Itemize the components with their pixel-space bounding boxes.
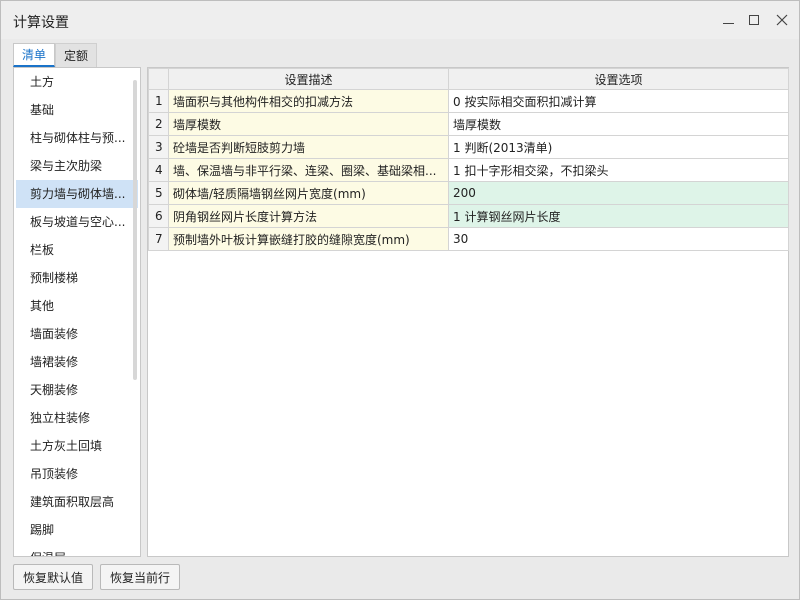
sidebar-item[interactable]: 保温层 [16,544,138,556]
row-number: 6 [148,204,169,228]
sidebar-item[interactable]: 独立柱装修 [16,404,138,432]
sidebar-item[interactable]: 板与坡道与空心... [16,208,138,236]
table-header-row: 设置描述 设置选项 [148,68,789,90]
row-option[interactable]: 0 按实际相交面积扣减计算 [448,89,789,113]
row-option[interactable]: 1 扣十字形相交梁，不扣梁头 [448,158,789,182]
close-button[interactable] [773,11,791,29]
table-row[interactable]: 2 墙厚模数 墙厚模数 [148,112,789,136]
sidebar-item[interactable]: 梁与主次肋梁 [16,152,138,180]
row-description: 预制墙外叶板计算嵌缝打胶的缝隙宽度(mm) [168,227,449,251]
tab-bill[interactable]: 清单 [13,43,56,67]
sidebar-item[interactable]: 栏板 [16,236,138,264]
sidebar-scrollbar[interactable] [133,80,137,380]
row-number: 3 [148,135,169,159]
close-icon [776,14,788,26]
row-number: 4 [148,158,169,182]
table-row[interactable]: 5 砌体墙/轻质隔墙钢丝网片宽度(mm) 200 [148,181,789,205]
row-number: 1 [148,89,169,113]
row-number: 2 [148,112,169,136]
restore-current-row-button[interactable]: 恢复当前行 [100,564,180,590]
maximize-icon [749,15,759,25]
row-number: 5 [148,181,169,205]
row-description: 墙、保温墙与非平行梁、连梁、圈梁、基础梁相... [168,158,449,182]
table-row[interactable]: 6 阴角钢丝网片长度计算方法 1 计算钢丝网片长度 [148,204,789,228]
sidebar-item[interactable]: 其他 [16,292,138,320]
header-rownum [148,68,169,90]
window-title: 计算设置 [13,15,69,31]
sidebar-item[interactable]: 建筑面积取层高 [16,488,138,516]
restore-default-button[interactable]: 恢复默认值 [13,564,93,590]
sidebar-item[interactable]: 踢脚 [16,516,138,544]
table-row[interactable]: 1 墙面积与其他构件相交的扣减方法 0 按实际相交面积扣减计算 [148,89,789,113]
minimize-button[interactable] [719,11,737,29]
row-option[interactable]: 墙厚模数 [448,112,789,136]
sidebar-item[interactable]: 墙面装修 [16,320,138,348]
sidebar-item[interactable]: 基础 [16,96,138,124]
tab-bar: 清单 定额 [13,43,98,67]
category-list[interactable]: 土方 基础 柱与砌体柱与预... 梁与主次肋梁 剪力墙与砌体墙... 板与坡道与… [13,67,141,557]
row-description: 砼墙是否判断短肢剪力墙 [168,135,449,159]
settings-table: 设置描述 设置选项 1 墙面积与其他构件相交的扣减方法 0 按实际相交面积扣减计… [148,68,789,251]
sidebar-item[interactable]: 土方灰土回填 [16,432,138,460]
row-option[interactable]: 200 [448,181,789,205]
row-description: 砌体墙/轻质隔墙钢丝网片宽度(mm) [168,181,449,205]
settings-grid: 设置描述 设置选项 1 墙面积与其他构件相交的扣减方法 0 按实际相交面积扣减计… [147,67,789,557]
row-description: 墙面积与其他构件相交的扣减方法 [168,89,449,113]
row-option[interactable]: 1 判断(2013清单) [448,135,789,159]
header-desc: 设置描述 [168,68,449,90]
row-option[interactable]: 30 [448,227,789,251]
row-description: 墙厚模数 [168,112,449,136]
maximize-button[interactable] [745,11,763,29]
header-option: 设置选项 [448,68,789,90]
sidebar-item[interactable]: 天棚装修 [16,376,138,404]
row-option[interactable]: 1 计算钢丝网片长度 [448,204,789,228]
table-row[interactable]: 3 砼墙是否判断短肢剪力墙 1 判断(2013清单) [148,135,789,159]
minimize-icon [722,22,734,24]
tab-quota[interactable]: 定额 [55,43,98,67]
title-bar[interactable]: 计算设置 [1,1,799,39]
row-number: 7 [148,227,169,251]
sidebar-item[interactable]: 土方 [16,68,138,96]
table-row[interactable]: 4 墙、保温墙与非平行梁、连梁、圈梁、基础梁相... 1 扣十字形相交梁，不扣梁… [148,158,789,182]
calc-settings-window: 计算设置 清单 定额 土方 基础 柱与砌体柱与预... 梁与主次肋梁 剪力墙与砌… [0,0,800,600]
sidebar-item[interactable]: 吊顶装修 [16,460,138,488]
sidebar-item[interactable]: 墙裙装修 [16,348,138,376]
sidebar-item-selected[interactable]: 剪力墙与砌体墙... [16,180,138,208]
row-description: 阴角钢丝网片长度计算方法 [168,204,449,228]
table-row[interactable]: 7 预制墙外叶板计算嵌缝打胶的缝隙宽度(mm) 30 [148,227,789,251]
sidebar-item[interactable]: 柱与砌体柱与预... [16,124,138,152]
sidebar-item[interactable]: 预制楼梯 [16,264,138,292]
